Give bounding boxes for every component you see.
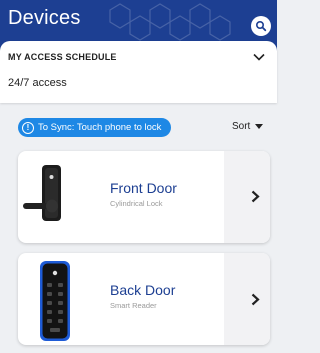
info-icon: !: [22, 121, 34, 134]
search-button[interactable]: [251, 16, 271, 36]
search-icon: [255, 20, 267, 32]
caret-down-icon: [255, 124, 264, 129]
schedule-value: 24/7 access: [8, 77, 67, 89]
lock-type: Cylindrical Lock: [110, 199, 163, 208]
sort-label: Sort: [232, 121, 251, 132]
lock-name: Back Door: [110, 282, 176, 298]
sync-hint-label: To Sync: Touch phone to lock: [38, 122, 162, 133]
sync-hint-button[interactable]: ! To Sync: Touch phone to lock: [18, 118, 172, 137]
chevron-right-icon[interactable]: [251, 190, 260, 203]
cylindrical-lock-image: [23, 165, 61, 221]
access-schedule-card[interactable]: MY ACCESS SCHEDULE 24/7 access: [0, 41, 277, 103]
chevron-right-icon[interactable]: [251, 293, 260, 306]
smart-reader-image: [40, 261, 70, 341]
lock-card-front-door[interactable]: Front Door Cylindrical Lock: [18, 151, 270, 243]
lock-type: Smart Reader: [110, 301, 157, 310]
sort-button[interactable]: Sort: [232, 121, 264, 132]
page-title: Devices: [8, 7, 81, 29]
schedule-heading: MY ACCESS SCHEDULE: [8, 52, 117, 62]
chevron-down-icon[interactable]: [253, 53, 265, 61]
card-arrow-zone: [224, 253, 270, 345]
lock-card-back-door[interactable]: Back Door Smart Reader: [18, 253, 270, 345]
card-arrow-zone: [224, 151, 270, 243]
lock-name: Front Door: [110, 180, 177, 196]
